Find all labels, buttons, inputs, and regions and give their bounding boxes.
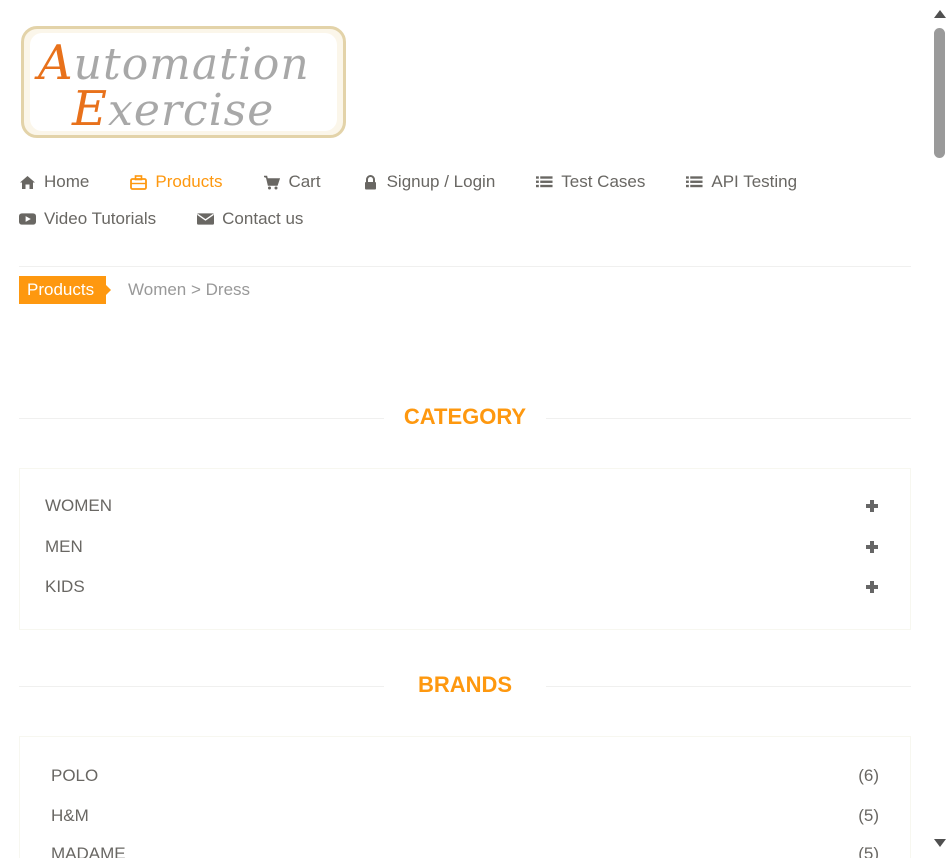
nav-contact-us-label: Contact us — [222, 209, 304, 228]
nav-cart[interactable]: Cart — [263, 171, 321, 193]
logo-line-2: Exercise — [72, 81, 275, 137]
category-title: CATEGORY — [403, 404, 527, 429]
nav-row-1: Home Products Cart Signup / Login Test C… — [19, 171, 838, 193]
brand-item-madame[interactable]: MADAME (5) — [51, 843, 879, 858]
nav-products-label: Products — [155, 172, 223, 191]
category-label: WOMEN — [45, 496, 113, 515]
category-panel: WOMEN MEN KIDS — [19, 468, 911, 630]
youtube-play-icon — [19, 211, 36, 227]
breadcrumb-path: Women > Dress — [128, 280, 251, 299]
nav-row-2: Video Tutorials Contact us — [19, 208, 344, 230]
header-divider — [19, 266, 911, 267]
envelope-icon — [197, 211, 215, 227]
brands-title: BRANDS — [417, 672, 513, 697]
nav-cart-label: Cart — [288, 172, 321, 191]
nav-api-testing[interactable]: API Testing — [686, 171, 797, 193]
nav-signup-login[interactable]: Signup / Login — [362, 171, 496, 193]
list-icon — [686, 174, 703, 190]
lock-icon — [362, 174, 379, 190]
cart-icon — [263, 174, 281, 190]
nav-products[interactable]: Products — [130, 171, 222, 193]
plus-icon[interactable] — [866, 500, 878, 512]
nav-contact-us[interactable]: Contact us — [197, 208, 303, 230]
scroll-down-arrow-icon[interactable] — [934, 839, 946, 847]
scrollbar-thumb[interactable] — [934, 28, 945, 158]
category-item-women[interactable]: WOMEN — [45, 495, 878, 517]
category-item-kids[interactable]: KIDS — [45, 576, 878, 598]
brand-count: (6) — [858, 766, 879, 785]
brand-name: POLO — [51, 766, 99, 785]
plus-icon[interactable] — [866, 581, 878, 593]
category-item-men[interactable]: MEN — [45, 536, 878, 558]
nav-test-cases[interactable]: Test Cases — [536, 171, 645, 193]
nav-home-label: Home — [44, 172, 90, 191]
nav-signup-login-label: Signup / Login — [386, 172, 496, 191]
page: Automation Exercise Home Products Cart S… — [0, 0, 931, 858]
nav-video-tutorials-label: Video Tutorials — [44, 209, 157, 228]
brand-count: (5) — [858, 844, 879, 858]
briefcase-icon — [130, 174, 148, 190]
brand-name: H&M — [51, 806, 89, 825]
brand-item-polo[interactable]: POLO (6) — [51, 765, 879, 787]
brand-name: MADAME — [51, 844, 126, 858]
brand-count: (5) — [858, 806, 879, 825]
nav-test-cases-label: Test Cases — [561, 172, 646, 191]
nav-api-testing-label: API Testing — [711, 172, 798, 191]
home-icon — [19, 174, 36, 190]
vertical-scrollbar[interactable] — [931, 0, 949, 858]
plus-icon[interactable] — [866, 541, 878, 553]
brand-item-hm[interactable]: H&M (5) — [51, 805, 879, 827]
nav-video-tutorials[interactable]: Video Tutorials — [19, 208, 156, 230]
list-icon — [536, 174, 553, 190]
scroll-up-arrow-icon[interactable] — [934, 10, 946, 18]
nav-home[interactable]: Home — [19, 171, 89, 193]
brands-panel: POLO (6) H&M (5) MADAME (5) — [19, 736, 911, 858]
category-label: MEN — [45, 537, 83, 556]
category-label: KIDS — [45, 577, 85, 596]
site-logo[interactable]: Automation Exercise — [21, 26, 346, 138]
breadcrumb-active[interactable]: Products — [19, 276, 111, 304]
